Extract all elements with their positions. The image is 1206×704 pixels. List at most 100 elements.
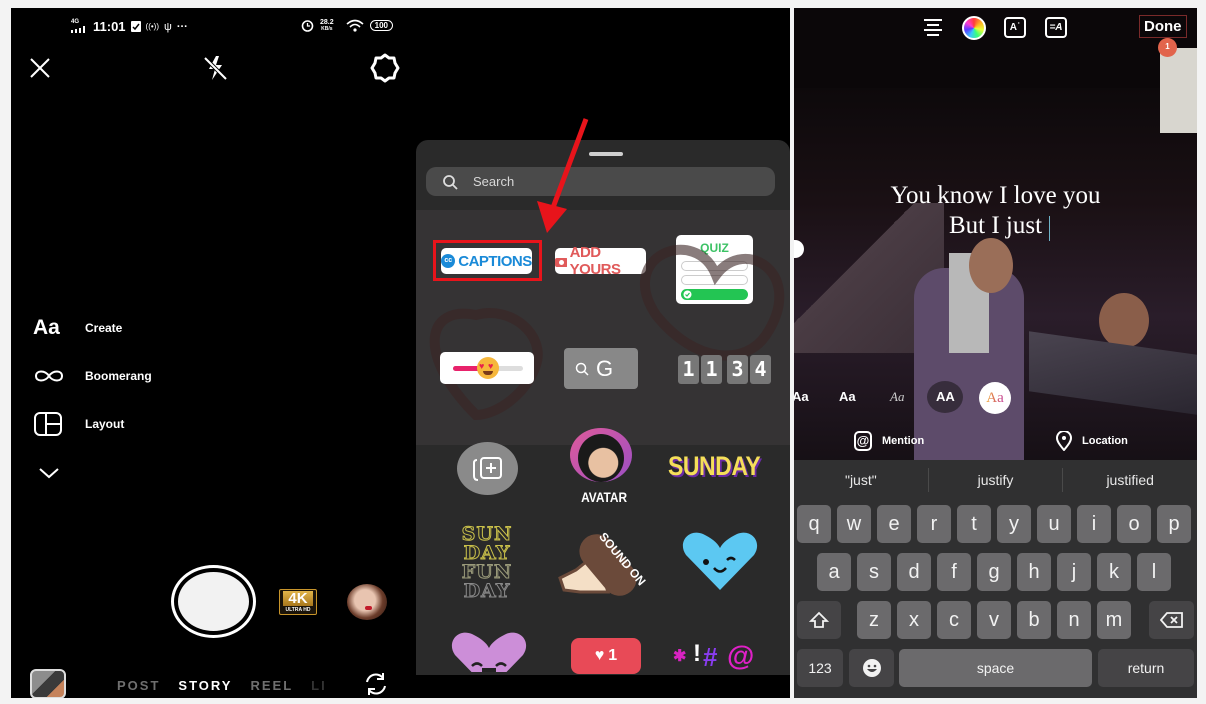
key-y[interactable]: y — [997, 505, 1031, 543]
flash-off-icon[interactable] — [200, 53, 230, 83]
create-aa-icon: Aa — [33, 316, 60, 339]
hotspot-icon: ((•)) — [145, 22, 160, 31]
key-r[interactable]: r — [917, 505, 951, 543]
text-animate-icon[interactable]: =A — [1045, 17, 1067, 38]
more-notifications: ··· — [176, 20, 188, 33]
sticker-avatar[interactable] — [570, 428, 632, 482]
sticker-add-photo[interactable] — [457, 442, 518, 495]
key-j[interactable]: j — [1057, 553, 1091, 591]
sticker-like-counter[interactable]: ♥ 1 — [571, 638, 641, 674]
key-f[interactable]: f — [937, 553, 971, 591]
numbers-key[interactable]: 123 — [797, 649, 843, 687]
suggestion-2[interactable]: justify — [929, 472, 1063, 488]
space-key[interactable]: space — [899, 649, 1092, 687]
shift-key[interactable] — [797, 601, 841, 639]
settings-gear-icon[interactable] — [369, 52, 401, 84]
key-row-2: asdfghjkl — [817, 553, 1171, 591]
emoji-key[interactable] — [849, 649, 894, 687]
search-icon — [575, 362, 589, 376]
symbol-splash: ✱ — [673, 648, 687, 665]
usb-icon: ψ — [164, 20, 172, 33]
return-key[interactable]: return — [1098, 649, 1194, 687]
key-g[interactable]: g — [977, 553, 1011, 591]
gallery-thumbnail[interactable] — [30, 669, 66, 698]
countdown-digit: 1 — [678, 355, 699, 384]
key-z[interactable]: z — [857, 601, 891, 639]
key-e[interactable]: e — [877, 505, 911, 543]
backspace-key[interactable] — [1149, 601, 1194, 639]
location-label: Location — [1082, 435, 1128, 447]
suggestion-bar: "just" justify justified — [794, 460, 1197, 500]
sticker-emoji-slider[interactable]: ♥ ♥ — [440, 352, 534, 384]
suggestion-3[interactable]: justified — [1063, 472, 1197, 488]
sticker-sunday[interactable]: SUNDAY — [668, 451, 761, 482]
sticker-tray: Search cc CAPTIONS ADD YOURS QUIZ ♥ ♥ G … — [416, 140, 790, 698]
key-row-1: qwertyuiop — [797, 505, 1191, 543]
key-o[interactable]: o — [1117, 505, 1151, 543]
key-u[interactable]: u — [1037, 505, 1071, 543]
location-button[interactable]: Location — [1056, 431, 1128, 451]
location-pin-icon — [1056, 431, 1072, 451]
chevron-down-icon[interactable] — [38, 466, 60, 480]
mode-post[interactable]: POST — [117, 678, 160, 693]
lyrics-line-1: You know I love you — [890, 182, 1101, 209]
mode-live[interactable]: LI — [311, 678, 327, 693]
shutter-button[interactable] — [171, 565, 256, 638]
sticker-sunday-funday[interactable]: SUN DAY FUN DAY — [447, 524, 527, 601]
key-b[interactable]: b — [1017, 601, 1051, 639]
text-cursor — [1049, 216, 1050, 241]
flip-camera-icon[interactable] — [363, 671, 389, 697]
key-t[interactable]: t — [957, 505, 991, 543]
signal-icon: 4G — [71, 19, 88, 33]
sticker-sound-on[interactable]: SOUND ON — [556, 527, 648, 606]
key-n[interactable]: n — [1057, 601, 1091, 639]
caption-lyrics-text[interactable]: You know I love you But I just — [794, 181, 1197, 241]
key-v[interactable]: v — [977, 601, 1011, 639]
key-w[interactable]: w — [837, 505, 871, 543]
4k-quality-badge[interactable]: 4K ULTRA HD — [279, 589, 317, 615]
avatar-face — [578, 434, 624, 482]
key-q[interactable]: q — [797, 505, 831, 543]
mode-story[interactable]: STORY — [178, 678, 232, 693]
sticker-gif-search[interactable]: G — [564, 348, 638, 389]
key-l[interactable]: l — [1137, 553, 1171, 591]
color-wheel-icon[interactable] — [962, 16, 986, 40]
key-k[interactable]: k — [1097, 553, 1131, 591]
key-m[interactable]: m — [1097, 601, 1131, 639]
sticker-blue-heart-wink[interactable] — [681, 530, 759, 592]
key-x[interactable]: x — [897, 601, 931, 639]
countdown-digit: 1 — [701, 355, 722, 384]
key-s[interactable]: s — [857, 553, 891, 591]
close-icon[interactable] — [29, 57, 51, 79]
font-option-typewriter[interactable]: Aa — [890, 389, 904, 405]
key-i[interactable]: i — [1077, 505, 1111, 543]
mention-button[interactable]: @ Mention — [854, 431, 924, 451]
keyboard: "just" justify justified qwertyuiop asdf… — [794, 460, 1197, 698]
infinity-icon — [34, 370, 64, 382]
gif-search-letter: G — [596, 356, 614, 381]
font-option-strong[interactable]: AA — [936, 389, 955, 404]
mention-label: Mention — [882, 435, 925, 447]
heart-eyes-emoji-icon: ♥ ♥ — [477, 357, 499, 379]
key-a[interactable]: a — [817, 553, 851, 591]
done-button[interactable]: Done — [1139, 15, 1187, 38]
sticker-symbols[interactable]: ✱ ! # @ — [673, 638, 763, 674]
mode-reel[interactable]: REEL — [250, 678, 293, 693]
suggestion-1[interactable]: "just" — [794, 472, 928, 488]
sticker-purple-heart[interactable] — [450, 630, 528, 672]
tool-label-boomerang: Boomerang — [85, 369, 152, 383]
battery-indicator: 100 — [369, 20, 393, 31]
key-d[interactable]: d — [897, 553, 931, 591]
font-option-modern[interactable]: Aa — [794, 389, 809, 404]
key-p[interactable]: p — [1157, 505, 1191, 543]
key-c[interactable]: c — [937, 601, 971, 639]
key-h[interactable]: h — [1017, 553, 1051, 591]
effect-face-avatar[interactable] — [347, 584, 387, 620]
ultra-hd-label: ULTRA HD — [285, 607, 311, 613]
font-option-selected[interactable]: Aa — [979, 382, 1011, 414]
sticker-countdown[interactable]: 1 1 3 4 — [678, 355, 771, 384]
add-cutout-icon — [473, 457, 502, 481]
align-center-icon[interactable] — [922, 17, 944, 37]
font-option-classic[interactable]: Aa — [839, 389, 856, 404]
text-effects-icon[interactable]: A˙ — [1004, 17, 1026, 38]
